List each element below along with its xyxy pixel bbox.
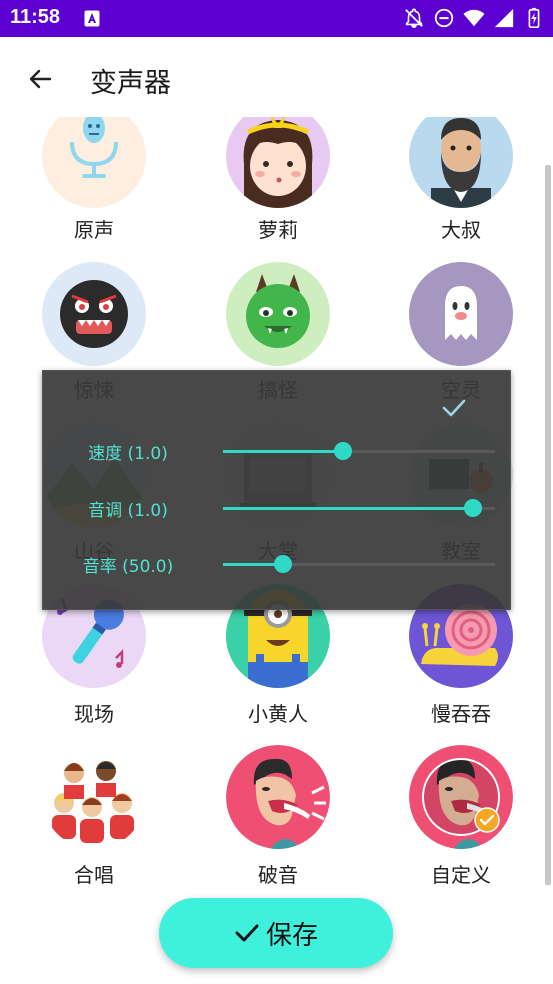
pitch-slider[interactable]	[223, 499, 495, 517]
voice-settings-dialog: 速度 (1.0) 音调 (1.0) 音率 (50.0)	[42, 370, 511, 610]
save-label: 保存	[265, 920, 318, 951]
slider-fill	[223, 507, 474, 510]
back-arrow-icon[interactable]	[24, 63, 56, 95]
voice-item-loli[interactable]: 萝莉	[203, 117, 353, 268]
girl-face-icon	[226, 117, 330, 208]
check-icon	[235, 924, 259, 942]
rate-slider[interactable]	[223, 555, 495, 573]
speed-label: 速度 (1.0)	[88, 444, 168, 464]
notifications-off-icon	[405, 8, 423, 28]
voice-item-cracked[interactable]: 破音	[203, 745, 353, 887]
voice-label: 合唱	[74, 863, 114, 887]
selected-check-badge-icon	[474, 807, 500, 833]
rate-slider-row: 音率 (50.0)	[43, 544, 512, 584]
confirm-check-icon[interactable]	[441, 397, 467, 419]
battery-charging-icon	[528, 7, 540, 28]
slider-thumb[interactable]	[464, 499, 483, 517]
app-bar: 变声器	[0, 37, 553, 117]
voice-item-custom[interactable]: 自定义	[386, 745, 536, 887]
voice-label: 原声	[74, 218, 114, 242]
microphone-robot-icon	[42, 117, 146, 208]
voice-label: 破音	[258, 863, 298, 887]
bearded-man-icon	[409, 117, 513, 208]
rate-label: 音率 (50.0)	[82, 557, 174, 577]
status-time: 11:58	[10, 6, 61, 28]
system-icons	[403, 7, 545, 29]
voice-item-uncle[interactable]: 大叔	[386, 117, 536, 268]
custom-voice-icon	[409, 745, 513, 849]
scrollbar[interactable]	[545, 165, 551, 885]
voice-item-chorus[interactable]: 合唱	[19, 745, 169, 887]
signal-icon	[494, 8, 514, 28]
do-not-disturb-icon	[434, 8, 454, 28]
shouting-person-icon	[226, 745, 330, 849]
speed-slider[interactable]	[223, 442, 495, 460]
pitch-slider-row: 音调 (1.0)	[43, 488, 512, 528]
wifi-icon	[463, 9, 485, 27]
pitch-label: 音调 (1.0)	[88, 501, 168, 521]
green-monster-icon	[226, 262, 330, 366]
voice-label: 小黄人	[248, 702, 308, 726]
page-title: 变声器	[90, 68, 171, 99]
voice-label: 慢吞吞	[431, 702, 491, 726]
voice-label: 现场	[74, 702, 114, 726]
save-button[interactable]: 保存	[159, 898, 393, 968]
slider-fill	[223, 450, 343, 453]
choir-icon	[42, 745, 146, 849]
status-bar: 11:58	[0, 0, 553, 37]
speed-slider-row: 速度 (1.0)	[43, 431, 512, 471]
slider-thumb[interactable]	[273, 555, 292, 573]
notification-app-icon	[84, 10, 100, 27]
voice-label: 大叔	[441, 218, 481, 242]
voice-label: 自定义	[431, 863, 491, 887]
ghost-icon	[409, 262, 513, 366]
voice-item-original[interactable]: 原声	[19, 117, 169, 268]
voice-label: 萝莉	[258, 218, 298, 242]
scary-monster-icon	[42, 262, 146, 366]
slider-thumb[interactable]	[333, 442, 352, 460]
